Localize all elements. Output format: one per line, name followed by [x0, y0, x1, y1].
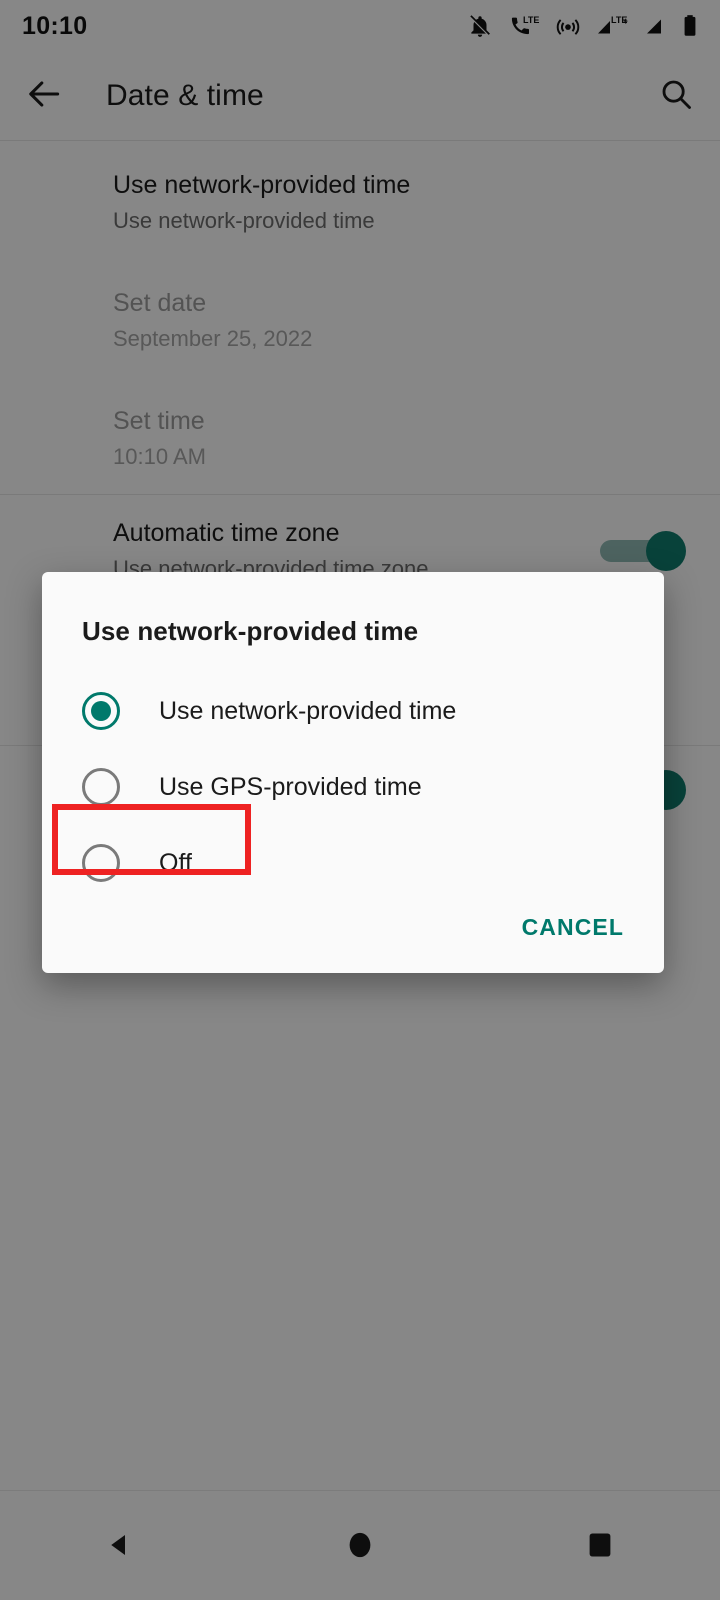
dialog-actions: CANCEL [42, 881, 664, 973]
phone-screen: 10:10 LTE LTE Date & time Use network-pr… [0, 0, 720, 1600]
option-label: Off [159, 848, 192, 877]
radio-option-use-network-provided-time[interactable]: Use network-provided time [42, 673, 664, 749]
radio-unselected-icon [82, 844, 120, 882]
radio-group: Use network-provided time Use GPS-provid… [42, 673, 664, 901]
option-label: Use network-provided time [159, 696, 457, 725]
cancel-button[interactable]: CANCEL [522, 914, 624, 941]
use-network-provided-time-dialog: Use network-provided time Use network-pr… [42, 572, 664, 973]
radio-selected-icon [82, 692, 120, 730]
dialog-title: Use network-provided time [82, 616, 419, 646]
radio-option-use-gps-provided-time[interactable]: Use GPS-provided time [42, 749, 664, 825]
option-label: Use GPS-provided time [159, 772, 422, 801]
radio-unselected-icon [82, 768, 120, 806]
